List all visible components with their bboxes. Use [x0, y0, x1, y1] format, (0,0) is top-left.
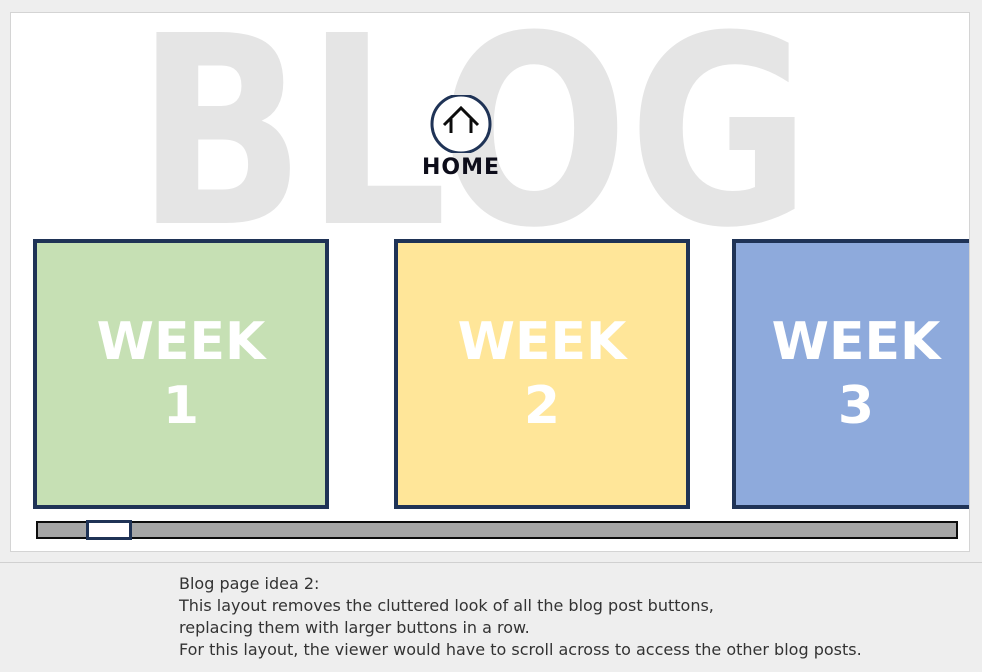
slide-canvas: BLOG HOME WEEK 1 WEEK 2 WEEK 3	[10, 12, 970, 552]
notes-line: replacing them with larger buttons in a …	[179, 618, 530, 637]
home-button[interactable]: HOME	[421, 95, 501, 180]
horizontal-scrollbar[interactable]	[36, 520, 958, 540]
notes-text: Blog page idea 2: This layout removes th…	[179, 573, 862, 661]
home-icon	[430, 95, 492, 153]
week-1-number: 1	[162, 376, 200, 436]
notes-line: This layout removes the cluttered look o…	[179, 596, 714, 615]
week-3-title: WEEK	[771, 312, 941, 372]
week-1-title: WEEK	[96, 312, 266, 372]
notes-line: Blog page idea 2:	[179, 574, 320, 593]
week-3-button[interactable]: WEEK 3	[732, 239, 969, 509]
week-2-button[interactable]: WEEK 2	[394, 239, 690, 509]
week-1-button[interactable]: WEEK 1	[33, 239, 329, 509]
scrollbar-thumb[interactable]	[86, 520, 132, 540]
week-2-title: WEEK	[457, 312, 627, 372]
notes-line: For this layout, the viewer would have t…	[179, 640, 862, 659]
home-label: HOME	[421, 155, 501, 180]
week-3-number: 3	[837, 376, 875, 436]
week-2-number: 2	[523, 376, 561, 436]
notes-pane: Blog page idea 2: This layout removes th…	[0, 562, 982, 672]
